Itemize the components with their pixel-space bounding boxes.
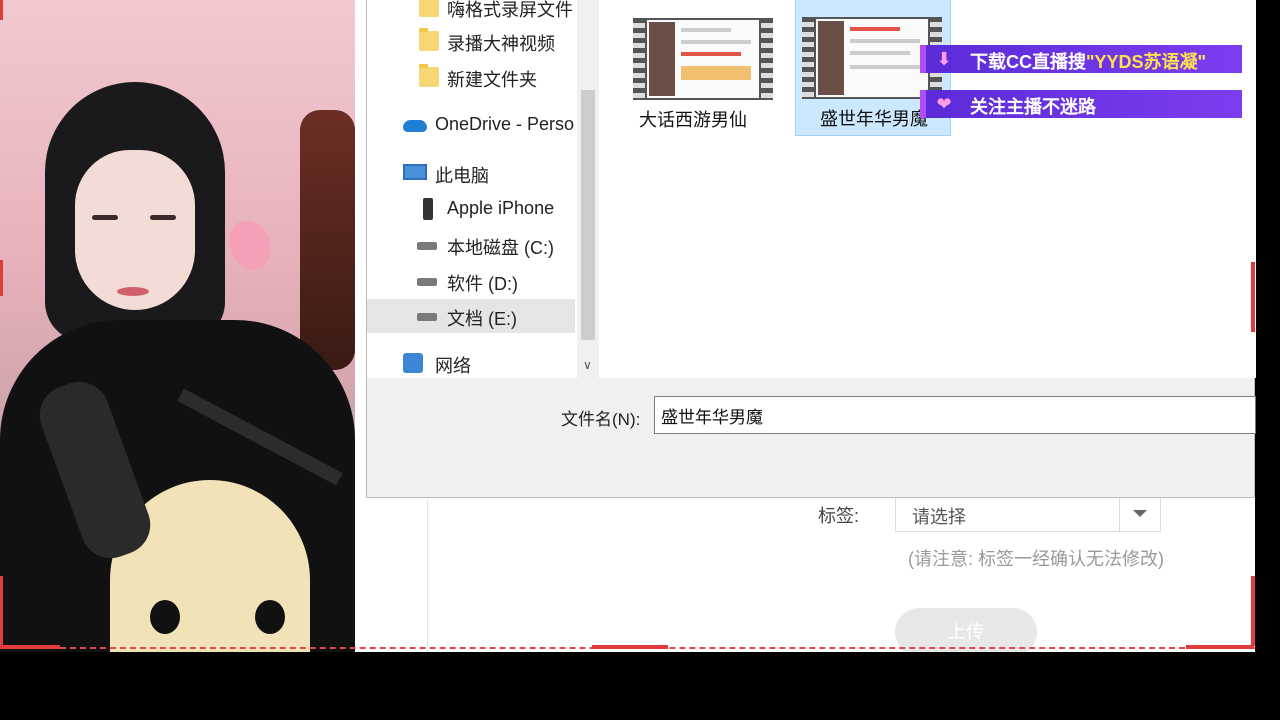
file-name: 大话西游男仙 [639, 110, 747, 130]
network-icon [403, 353, 423, 373]
nav-item-label: OneDrive - Perso [435, 114, 575, 134]
drive-icon [417, 313, 437, 321]
folder-icon [419, 64, 439, 87]
file-open-dialog: 嗨格式录屏文件 录播大神视频 新建文件夹 OneDrive - Perso 此电… [366, 0, 1256, 498]
nav-item-label: 文档 (E:) [447, 309, 517, 329]
nav-item-label: 软件 (D:) [447, 274, 518, 294]
nav-item-drive-c[interactable]: 本地磁盘 (C:) [367, 228, 575, 262]
folder-icon [419, 28, 439, 51]
frame-edge-marker [0, 576, 3, 646]
plush-eye [255, 600, 285, 634]
nav-item-drive-d[interactable]: 软件 (D:) [367, 264, 575, 298]
scrollbar-thumb[interactable] [581, 90, 595, 340]
iphone-icon [423, 198, 433, 220]
frame-corner-marker [0, 645, 60, 649]
nav-item-network[interactable]: 网络 [367, 346, 575, 378]
frame-corner-marker [1186, 645, 1254, 649]
streamer-face [75, 150, 195, 310]
filename-input[interactable] [654, 396, 1256, 434]
banner-text: 关注主播不迷路 [970, 97, 1096, 117]
streamer-eye [150, 215, 176, 220]
stream-frame: 标签: 请选择 (请注意: 标签一经确认无法修改) 上传 嗨格式录屏文件 录播大… [0, 0, 1280, 652]
this-pc-icon [403, 164, 427, 180]
upload-page-sidebar [355, 500, 428, 652]
video-thumbnail [633, 18, 773, 100]
navigation-pane: 嗨格式录屏文件 录播大神视频 新建文件夹 OneDrive - Perso 此电… [367, 0, 599, 378]
drive-icon [417, 278, 437, 286]
nav-item-label: 此电脑 [435, 166, 489, 186]
nav-item-label: 新建文件夹 [447, 70, 537, 90]
nav-item-this-pc[interactable]: 此电脑 [367, 156, 575, 190]
nav-item-folder[interactable]: 新建文件夹 [367, 60, 575, 94]
nav-item-folder[interactable]: 录播大神视频 [367, 24, 575, 58]
tags-select-value: 请选择 [912, 507, 966, 527]
nav-item-label: 录播大神视频 [447, 34, 555, 54]
banner-text-highlight: "YYDS苏语凝" [1086, 52, 1207, 72]
nav-scrollbar[interactable]: ∨ [577, 0, 599, 378]
frame-edge-marker [592, 645, 668, 649]
filename-label: 文件名(N): [561, 410, 641, 429]
right-black-bar [1255, 0, 1280, 652]
plush-eye [150, 600, 180, 634]
streamer-lips [117, 287, 149, 296]
tags-select[interactable]: 请选择 [895, 494, 1161, 532]
nav-item-iphone[interactable]: Apple iPhone [367, 192, 575, 226]
file-tile[interactable]: 大话西游男仙 [615, 0, 773, 136]
drive-icon [417, 242, 437, 250]
streamer-webcam [0, 0, 355, 652]
download-icon: ⬇ [936, 49, 952, 69]
streamer-eye [92, 215, 118, 220]
nav-item-drive-e[interactable]: 文档 (E:) [367, 299, 575, 333]
nav-item-onedrive[interactable]: OneDrive - Perso [367, 108, 575, 142]
heart-icon: ❤ [936, 94, 952, 114]
folder-icon [419, 0, 439, 17]
tags-label: 标签: [818, 506, 860, 526]
nav-item-label: Apple iPhone [447, 198, 555, 218]
nav-item-label: 本地磁盘 (C:) [447, 238, 554, 258]
onedrive-cloud-icon [403, 120, 427, 132]
banner-text: 下载CC直播搜"YYDS苏语凝" [970, 48, 1206, 74]
upload-button[interactable]: 上传 [895, 608, 1037, 652]
frame-edge-marker [1251, 262, 1255, 332]
nav-item-label: 嗨格式录屏文件 [447, 0, 573, 20]
nav-item-label: 网络 [435, 356, 471, 376]
chevron-down-icon[interactable] [1119, 495, 1160, 531]
guitar [300, 110, 355, 370]
platform-watermark: 播 [1228, 12, 1242, 28]
wall-decoration [222, 214, 278, 276]
film-strip-icon [633, 18, 773, 100]
promo-banner-follow: ❤ 关注主播不迷路 [920, 90, 1242, 118]
promo-banner-download: ⬇ 下载CC直播搜"YYDS苏语凝" [920, 45, 1242, 73]
frame-edge-marker [0, 260, 3, 296]
chevron-down-icon[interactable]: ∨ [583, 358, 592, 372]
banner-text-prefix: 下载CC直播搜 [970, 52, 1086, 72]
frame-corner-marker [0, 0, 3, 20]
frame-edge-marker [1251, 576, 1255, 646]
tags-note: (请注意: 标签一经确认无法修改) [908, 549, 1164, 569]
nav-item-folder[interactable]: 嗨格式录屏文件 [367, 0, 575, 24]
